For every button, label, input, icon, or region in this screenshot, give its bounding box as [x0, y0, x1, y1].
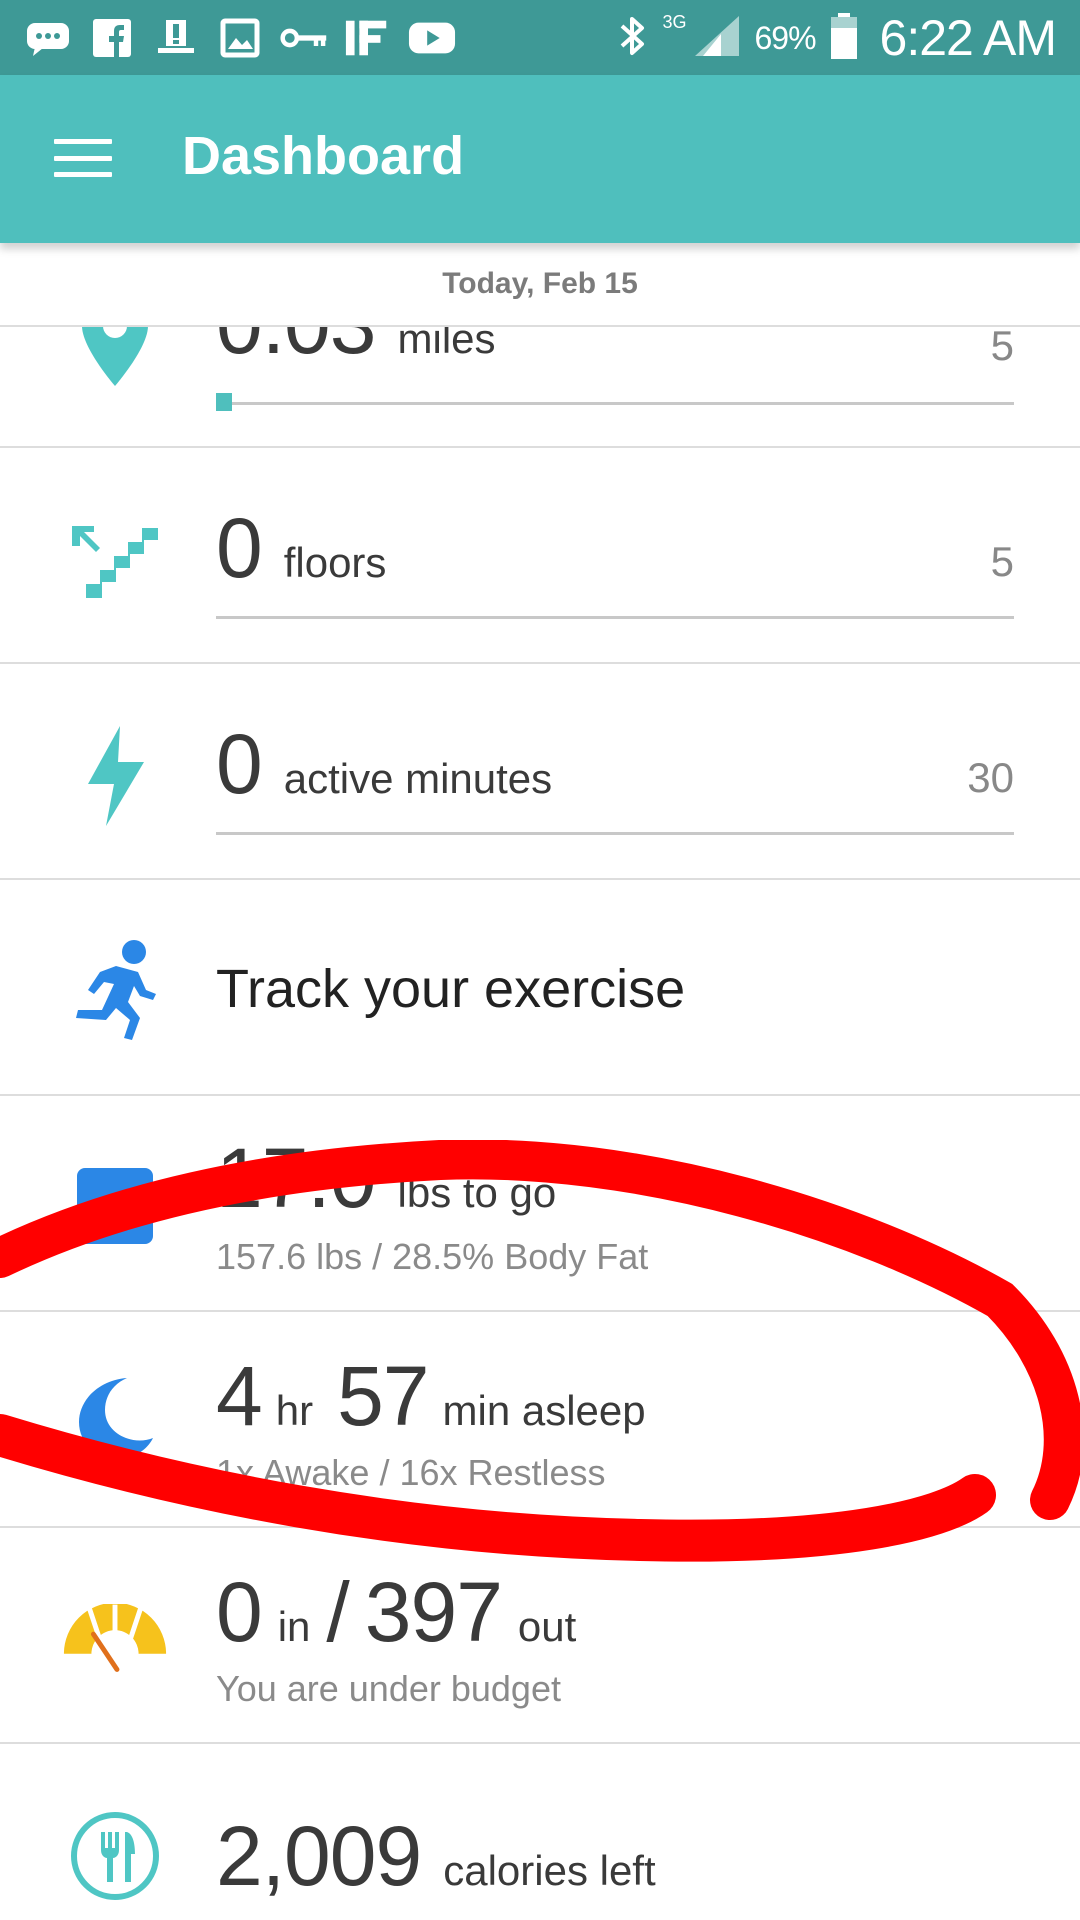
youtube-icon	[408, 17, 456, 59]
weight-unit: lbs to go	[397, 1169, 557, 1216]
lightning-bolt-icon	[60, 724, 170, 828]
sms-icon	[24, 17, 72, 59]
network-type: 3G	[662, 11, 687, 32]
food-separator: /	[326, 1565, 349, 1659]
stairs-icon	[60, 520, 170, 600]
date-header[interactable]: Today, Feb 15	[0, 243, 1080, 327]
food-out-unit: out	[517, 1603, 577, 1650]
fork-knife-icon	[60, 1810, 170, 1902]
clock: 6:22 AM	[879, 10, 1057, 66]
gauge-icon	[60, 1604, 170, 1676]
app-bar: Dashboard	[0, 75, 1080, 243]
distance-goal: 5	[990, 322, 1014, 369]
floors-goal: 5	[990, 538, 1014, 585]
facebook-icon	[88, 17, 136, 59]
running-person-icon	[60, 938, 170, 1042]
floors-tile[interactable]: 0 floors 5	[0, 448, 1080, 664]
calories-left-value: 2,009	[216, 1809, 422, 1903]
notification-icons	[24, 14, 456, 62]
moon-icon	[60, 1376, 170, 1460]
active-minutes-progress	[216, 832, 1014, 835]
sleep-hours-unit: hr	[275, 1387, 314, 1434]
signal-icon	[691, 14, 741, 63]
battery-percent: 69%	[754, 19, 817, 56]
budget-status: You are under budget	[216, 1668, 561, 1709]
food-out-value: 397	[364, 1565, 503, 1659]
calories-budget-tile[interactable]: 0 in / 397 out You are under budget	[0, 1528, 1080, 1744]
active-minutes-unit: active minutes	[283, 755, 553, 802]
ifttt-icon	[344, 17, 392, 59]
sleep-tile[interactable]: 4 hr 57 min asleep 1x Awake / 16x Restle…	[0, 1312, 1080, 1528]
sleep-hours: 4	[216, 1349, 263, 1443]
date-label: Today, Feb 15	[442, 267, 638, 300]
calories-left-tile[interactable]: 2,009 calories left	[0, 1744, 1080, 1920]
track-exercise-label: Track your exercise	[216, 959, 686, 1019]
weight-scale-icon	[60, 1166, 170, 1246]
page-title: Dashboard	[182, 126, 465, 186]
floors-unit: floors	[283, 539, 387, 586]
status-bar: 3G 69% 6:22 AM	[0, 0, 1080, 75]
battery-icon	[830, 12, 858, 65]
floors-progress	[216, 616, 1014, 619]
active-minutes-value: 0	[216, 717, 263, 811]
distance-progress-fill	[216, 393, 232, 411]
calories-left-unit: calories left	[443, 1847, 656, 1894]
floors-value: 0	[216, 501, 263, 595]
weight-tile[interactable]: 17.0 lbs to go 157.6 lbs / 28.5% Body Fa…	[0, 1096, 1080, 1312]
food-in-value: 0	[216, 1565, 263, 1659]
distance-progress	[216, 393, 1014, 411]
food-in-unit: in	[277, 1603, 311, 1650]
alert-icon	[152, 17, 200, 59]
bluetooth-icon	[618, 14, 648, 63]
exercise-tile[interactable]: Track your exercise	[0, 880, 1080, 1096]
weight-value: 17.0	[216, 1131, 376, 1225]
menu-icon[interactable]	[54, 133, 112, 183]
system-icons: 3G 69% 6:22 AM	[618, 8, 1057, 68]
sleep-details: 1x Awake / 16x Restless	[216, 1452, 606, 1493]
active-minutes-goal: 30	[967, 754, 1014, 801]
active-minutes-tile[interactable]: 0 active minutes 30	[0, 664, 1080, 880]
sleep-minutes-unit: min asleep	[442, 1387, 646, 1434]
key-icon	[280, 17, 328, 59]
gallery-icon	[216, 17, 264, 59]
sleep-minutes: 57	[337, 1349, 429, 1443]
weight-details: 157.6 lbs / 28.5% Body Fat	[216, 1236, 649, 1277]
